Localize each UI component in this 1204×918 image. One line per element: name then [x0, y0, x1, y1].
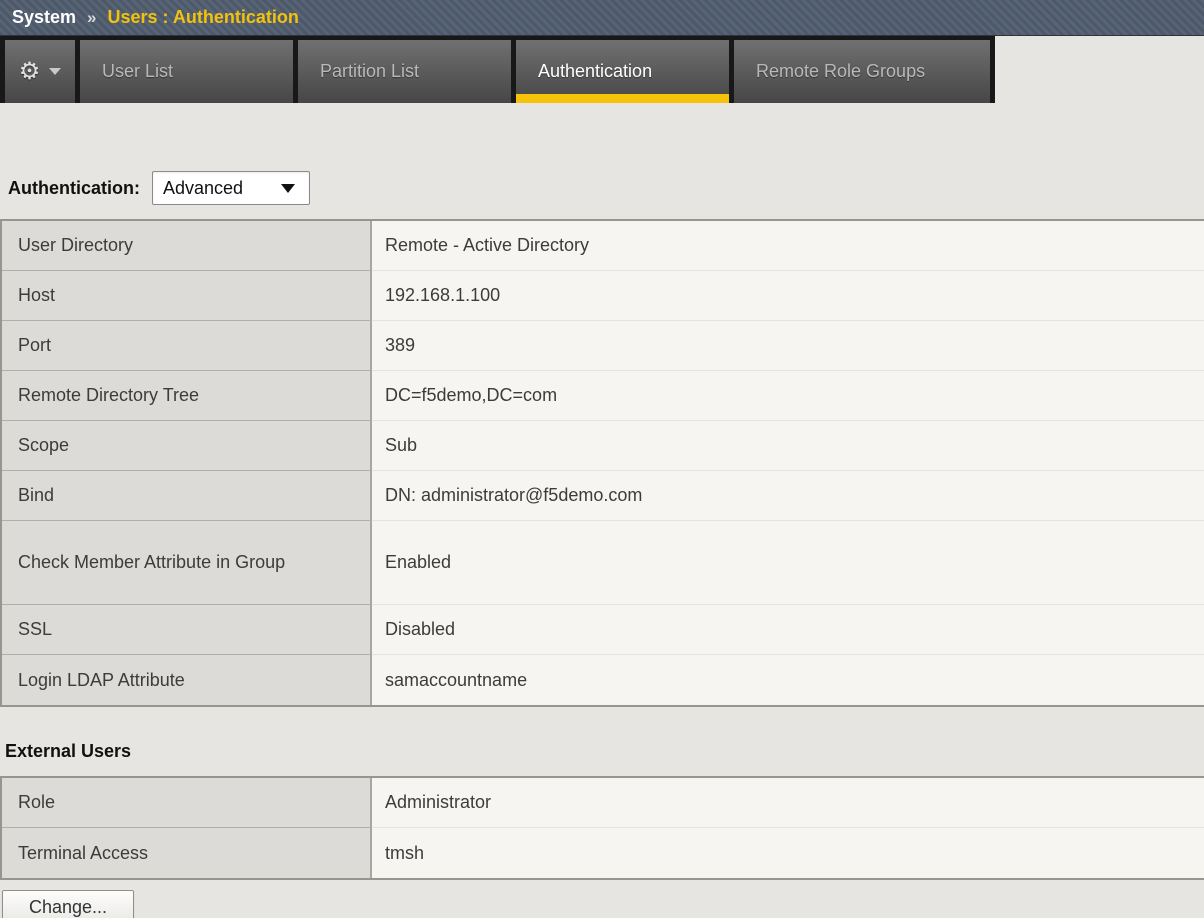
breadcrumb: System » Users : Authentication	[0, 0, 1204, 36]
select-arrow-icon	[281, 183, 295, 193]
row-label: Scope	[2, 421, 372, 471]
active-tab-indicator	[516, 94, 729, 103]
tab-label: User List	[102, 61, 174, 81]
breadcrumb-section[interactable]: System	[12, 7, 76, 28]
external-users-heading: External Users	[5, 741, 132, 761]
table-row: Terminal Access tmsh	[2, 828, 1204, 878]
row-value: Remote - Active Directory	[372, 221, 1204, 271]
row-value: Disabled	[372, 605, 1204, 655]
tab-authentication[interactable]: Authentication	[516, 40, 729, 103]
authentication-mode-value: Advanced	[163, 177, 244, 198]
tab-strip: ⚙ User List Partition List Authentication R…	[0, 36, 995, 103]
row-value: Sub	[372, 421, 1204, 471]
tab-partition-list[interactable]: Partition List	[298, 40, 511, 103]
row-label: Port	[2, 321, 372, 371]
row-value: 389	[372, 321, 1204, 371]
table-row: Check Member Attribute in Group Enabled	[2, 521, 1204, 605]
chevron-down-icon	[49, 68, 62, 75]
tab-user-list[interactable]: User List	[80, 40, 293, 103]
gear-icon: ⚙	[18, 57, 41, 85]
tab-label: Partition List	[320, 61, 420, 81]
table-row: User Directory Remote - Active Directory	[2, 221, 1204, 271]
row-label: Bind	[2, 471, 372, 521]
row-label: Remote Directory Tree	[2, 371, 372, 421]
breadcrumb-page-title: Users : Authentication	[107, 7, 299, 27]
change-button[interactable]: Change...	[2, 890, 134, 918]
options-menu-button[interactable]: ⚙	[5, 40, 75, 103]
row-value: 192.168.1.100	[372, 271, 1204, 321]
row-label: Role	[2, 778, 372, 828]
authentication-mode-label: Authentication:	[8, 177, 140, 198]
authentication-mode-row: Authentication: Advanced	[0, 171, 1204, 205]
tab-remote-role-groups[interactable]: Remote Role Groups	[734, 40, 990, 103]
row-label: Host	[2, 271, 372, 321]
row-value: samaccountname	[372, 655, 1204, 705]
row-value: Administrator	[372, 778, 1204, 828]
row-value: DN: administrator@f5demo.com	[372, 471, 1204, 521]
table-row: Port 389	[2, 321, 1204, 371]
authentication-settings-table: User Directory Remote - Active Directory H…	[0, 219, 1204, 707]
tab-label: Authentication	[538, 61, 653, 81]
row-value: DC=f5demo,DC=com	[372, 371, 1204, 421]
row-label: Check Member Attribute in Group	[2, 521, 372, 605]
tab-bar: ⚙ User List Partition List Authentication R…	[0, 36, 1204, 103]
row-label: User Directory	[2, 221, 372, 271]
row-value: Enabled	[372, 521, 1204, 605]
table-row: Bind DN: administrator@f5demo.com	[2, 471, 1204, 521]
external-users-table: Role Administrator Terminal Access tmsh	[0, 776, 1204, 880]
tab-label: Remote Role Groups	[756, 61, 926, 81]
row-label: Terminal Access	[2, 828, 372, 878]
button-row: Change...	[0, 890, 1204, 918]
authentication-mode-select[interactable]: Advanced	[152, 171, 310, 205]
row-label: Login LDAP Attribute	[2, 655, 372, 705]
table-row: Host 192.168.1.100	[2, 271, 1204, 321]
table-row: Role Administrator	[2, 778, 1204, 828]
table-row: SSL Disabled	[2, 605, 1204, 655]
row-value: tmsh	[372, 828, 1204, 878]
table-row: Login LDAP Attribute samaccountname	[2, 655, 1204, 705]
row-label: SSL	[2, 605, 372, 655]
table-row: Scope Sub	[2, 421, 1204, 471]
breadcrumb-separator: »	[87, 7, 97, 27]
table-row: Remote Directory Tree DC=f5demo,DC=com	[2, 371, 1204, 421]
